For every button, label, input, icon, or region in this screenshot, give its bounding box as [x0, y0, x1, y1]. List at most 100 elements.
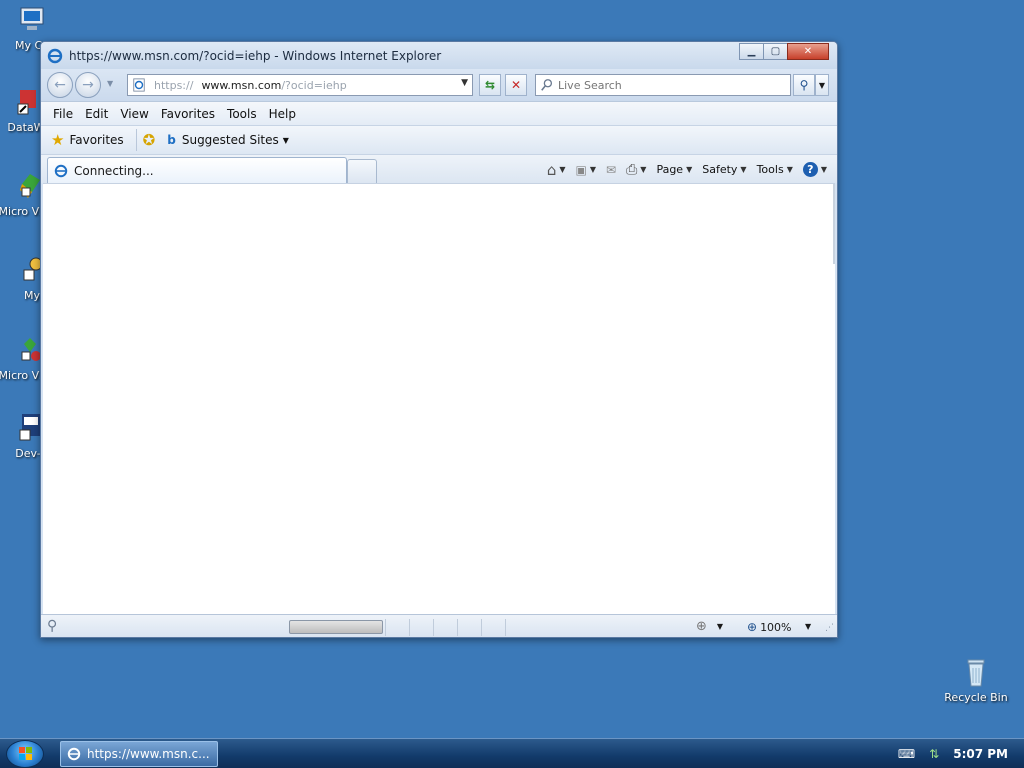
safety-menu-button[interactable]: Safety ▼ — [702, 163, 746, 176]
zoom-level: 100% — [760, 620, 792, 634]
favorites-button[interactable]: ★ Favorites — [47, 131, 128, 149]
status-divider — [433, 619, 434, 636]
clock[interactable]: 5:07 PM — [953, 747, 1008, 761]
stop-icon: ✕ — [510, 78, 522, 92]
chevron-down-icon: ▼ — [786, 165, 793, 174]
taskbar-item-label: https://www.msn.c... — [87, 747, 210, 761]
refresh-button[interactable]: ⇆ — [479, 74, 501, 96]
back-arrow-icon: ← — [54, 77, 66, 93]
suggested-sites-label: Suggested Sites — [181, 133, 279, 147]
desktop-icon-recycle-bin[interactable]: Recycle Bin — [942, 656, 1010, 704]
resize-grip-icon[interactable]: ⋰ — [825, 623, 834, 633]
chevron-down-icon: ▼ — [740, 165, 747, 174]
vertical-scrollbar[interactable] — [833, 184, 835, 264]
mail-icon: ✉ — [606, 162, 617, 177]
tools-menu-label: Tools — [756, 163, 784, 176]
menu-bar: File Edit View Favorites Tools Help — [41, 101, 837, 125]
search-options-button[interactable]: ▼ — [815, 74, 829, 96]
menu-tools[interactable]: Tools — [221, 107, 263, 121]
help-button[interactable]: ? ▼ — [802, 162, 827, 177]
windows-logo-icon — [19, 747, 32, 760]
chevron-down-icon: ▼ — [818, 80, 826, 90]
maximize-button[interactable]: ▢ — [763, 43, 788, 60]
status-search-icon: ⚲ — [47, 618, 58, 634]
start-button[interactable] — [6, 740, 44, 768]
zoom-dropdown-icon[interactable]: ▼ — [805, 622, 811, 631]
tools-menu-button[interactable]: Tools ▼ — [757, 163, 793, 176]
magnifier-icon: ⚲ — [799, 78, 809, 92]
menu-favorites[interactable]: Favorites — [155, 107, 221, 121]
mail-button[interactable]: ✉ — [606, 163, 616, 177]
stop-button[interactable]: ✕ — [505, 74, 527, 96]
new-tab-button[interactable] — [347, 159, 377, 184]
search-box[interactable] — [535, 74, 791, 96]
home-icon: ⌂ — [546, 160, 557, 179]
network-tray-icon[interactable]: ⇅ — [929, 747, 939, 761]
maximize-icon: ▢ — [770, 46, 781, 57]
chevron-down-icon: ▼ — [716, 622, 724, 631]
zoom-button[interactable]: ⊕ 100% — [747, 620, 792, 634]
window-titlebar[interactable]: https://www.msn.com/?ocid=iehp - Windows… — [41, 42, 837, 69]
ie-taskbar-icon — [67, 747, 81, 761]
recycle-bin-label: Recycle Bin — [944, 691, 1008, 704]
recycle-bin-icon — [967, 659, 985, 687]
menu-file[interactable]: File — [47, 107, 79, 121]
printer-icon: ⎙ — [626, 161, 638, 178]
bing-icon: b — [167, 133, 176, 147]
window-title: https://www.msn.com/?ocid=iehp - Windows… — [69, 48, 442, 63]
favorites-star-icon: ★ — [51, 131, 65, 149]
computer-icon — [20, 7, 44, 30]
chevron-down-icon: ▼ — [559, 165, 566, 174]
page-menu-button[interactable]: Page ▼ — [656, 163, 692, 176]
search-go-button[interactable]: ⚲ — [793, 74, 815, 96]
close-icon: ✕ — [803, 46, 813, 57]
forward-button[interactable]: → — [75, 72, 101, 98]
page-content[interactable] — [43, 183, 835, 614]
menu-view[interactable]: View — [114, 107, 154, 121]
refresh-icon: ⇆ — [484, 78, 496, 92]
address-host: www.msn.com — [201, 78, 282, 92]
command-bar: ⌂ ▼ ▣ ▼ ✉ ⎙ ▼ Page ▼ Safety ▼ Tools ▼ ? … — [537, 155, 827, 184]
home-button[interactable]: ⌂ ▼ — [547, 161, 566, 179]
address-suffix: /?ocid=iehp — [281, 78, 347, 92]
address-dropdown-icon[interactable]: ▼ — [461, 78, 468, 88]
status-divider — [457, 619, 458, 636]
safety-menu-label: Safety — [702, 163, 738, 176]
chevron-down-icon: ▼ — [589, 165, 597, 174]
zoom-icon: ⊕ — [747, 620, 758, 634]
status-bar: ⚲ ⊕ ▼ ⊕ 100% ▼ ⋰ — [41, 614, 837, 637]
recent-pages-dropdown-icon[interactable]: ▼ — [107, 79, 113, 88]
favorites-bar: ★ Favorites ✪ b Suggested Sites ▼ — [41, 125, 837, 154]
rss-icon: ▣ — [575, 162, 587, 177]
ie-logo-icon — [47, 48, 63, 63]
minimize-button[interactable]: ▁ — [739, 43, 764, 60]
keyboard-icon[interactable]: ⌨ — [898, 747, 915, 761]
chevron-down-icon: ▼ — [640, 165, 647, 174]
feeds-button[interactable]: ▣ ▼ — [576, 163, 597, 177]
taskbar: https://www.msn.c... ⌨ ⇅ 5:07 PM — [0, 738, 1024, 768]
security-zone-button[interactable]: ⊕ ▼ — [696, 619, 723, 634]
add-to-favorites-bar-icon[interactable]: ✪ — [143, 131, 156, 149]
page-icon — [133, 78, 145, 92]
address-prefix: https:// — [154, 78, 194, 92]
chevron-down-icon: ▼ — [820, 165, 827, 174]
loading-progress-bar — [289, 620, 383, 634]
status-divider — [385, 619, 386, 636]
print-button[interactable]: ⎙ ▼ — [626, 162, 646, 178]
search-input[interactable] — [558, 78, 778, 92]
shortcut-icon — [17, 90, 36, 115]
menu-edit[interactable]: Edit — [79, 107, 114, 121]
chevron-down-icon: ▼ — [686, 165, 693, 174]
close-button[interactable]: ✕ — [787, 43, 829, 60]
search-icon — [541, 79, 553, 91]
taskbar-item-ie[interactable]: https://www.msn.c... — [60, 741, 218, 767]
status-divider — [409, 619, 410, 636]
suggested-sites-button[interactable]: b Suggested Sites ▼ — [163, 133, 293, 147]
back-button[interactable]: ← — [47, 72, 73, 98]
menu-help[interactable]: Help — [263, 107, 302, 121]
page-menu-label: Page — [656, 163, 684, 176]
tab-current[interactable]: Connecting... — [47, 157, 347, 184]
address-bar[interactable]: https:// www.msn.com /?ocid=iehp ▼ — [127, 74, 473, 96]
favorites-separator — [135, 129, 137, 151]
favorites-label: Favorites — [69, 133, 124, 147]
